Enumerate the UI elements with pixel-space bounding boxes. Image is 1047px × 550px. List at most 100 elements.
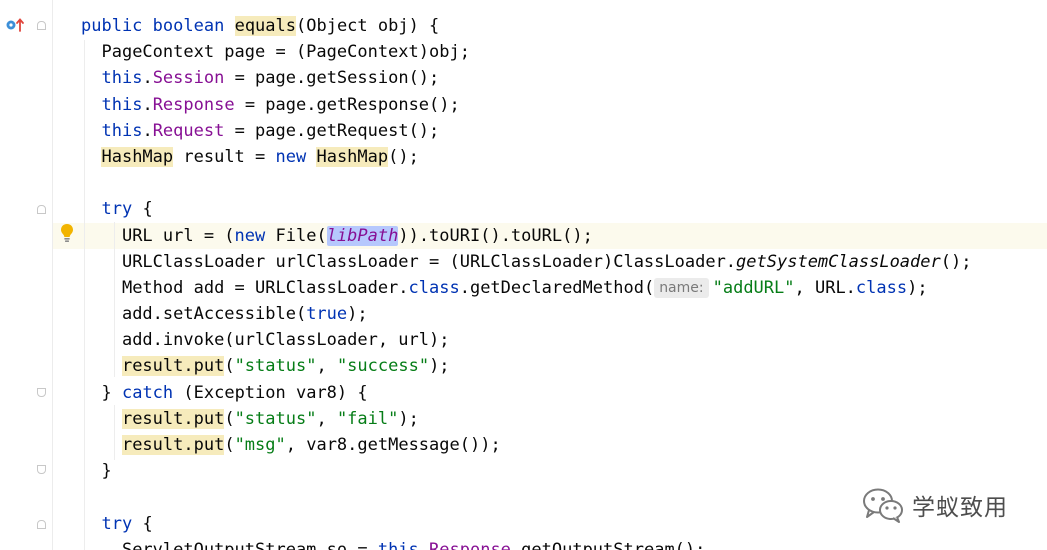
code-line-13: add.invoke(urlClassLoader, url); xyxy=(81,327,971,353)
method-call: result.put xyxy=(121,408,225,429)
code-text: URLClassLoader urlClassLoader = (URLClas… xyxy=(121,251,737,272)
string-literal: "addURL" xyxy=(712,277,795,298)
fold-marker-catch-end[interactable] xyxy=(37,465,46,474)
selected-identifier[interactable]: libPath xyxy=(326,225,399,246)
keyword: catch xyxy=(121,382,174,403)
keyword: class xyxy=(855,277,908,298)
method-name: equals xyxy=(234,16,296,36)
code-text: )).toURI().toURL(); xyxy=(398,225,593,246)
code-line-12: add.setAccessible(true); xyxy=(81,301,971,327)
code-text: . xyxy=(142,120,153,141)
code-text: ( xyxy=(224,356,235,377)
code-text: .getOutputStream(); xyxy=(510,539,706,550)
code-text: File( xyxy=(265,225,327,246)
code-text: (); xyxy=(940,251,972,272)
code-text: . xyxy=(142,94,153,115)
code-line-5: this.Request = page.getRequest(); xyxy=(81,118,971,144)
fold-marker-try2[interactable] xyxy=(37,520,46,529)
keyword: this xyxy=(101,94,143,115)
keyword: try xyxy=(101,513,133,534)
keyword: class xyxy=(408,277,460,298)
code-text: { xyxy=(132,199,153,220)
code-line-4: this.Response = page.getResponse(); xyxy=(81,92,971,118)
code-text: (Object obj) { xyxy=(296,16,440,36)
code-text: result = xyxy=(173,146,276,167)
code-line-9: URL url = (new File(libPath)).toURI().to… xyxy=(81,223,971,249)
method-call: result.put xyxy=(121,356,225,377)
keyword: public xyxy=(81,16,143,36)
code-editor[interactable]: public boolean equals(Object obj) { Page… xyxy=(0,0,1047,550)
code-text: , URL. xyxy=(794,277,856,298)
code-line-20: try { xyxy=(81,511,971,537)
code-line-18: } xyxy=(81,458,971,484)
method-call: result.put xyxy=(121,435,225,455)
field-name: Response xyxy=(429,539,511,550)
gutter-divider xyxy=(52,0,53,550)
type-name: HashMap xyxy=(316,146,389,167)
code-text: add.setAccessible( xyxy=(121,304,307,325)
override-method-icon[interactable] xyxy=(5,17,25,33)
keyword: boolean xyxy=(152,16,225,36)
keyword: try xyxy=(101,199,133,220)
string-literal: "msg" xyxy=(234,435,286,455)
code-text: , xyxy=(316,356,337,377)
code-line-10: URLClassLoader urlClassLoader = (URLClas… xyxy=(81,249,972,275)
code-text: URL url = ( xyxy=(121,225,235,246)
code-text: ( xyxy=(224,408,235,429)
keyword: true xyxy=(306,304,348,325)
code-text: ); xyxy=(429,356,450,377)
code-line-6: HashMap result = new HashMap(); xyxy=(81,144,971,170)
code-line-2: PageContext page = (PageContext)obj; xyxy=(81,39,971,65)
lightbulb-icon[interactable] xyxy=(60,223,74,243)
code-text: { xyxy=(132,513,153,534)
code-text: . xyxy=(418,539,430,550)
code-text: (); xyxy=(388,146,419,167)
code-text: } xyxy=(101,382,122,403)
code-line-21: ServletOutputStream so = this.Response.g… xyxy=(81,537,971,550)
code-text: , var8.getMessage()); xyxy=(285,435,501,455)
string-literal: "status" xyxy=(234,356,317,377)
watermark-text: 学蚁致用 xyxy=(912,495,1008,521)
code-line-1: public boolean equals(Object obj) { xyxy=(81,13,971,39)
wechat-icon xyxy=(863,488,903,523)
fold-marker-try-end[interactable] xyxy=(37,388,46,397)
code-line-15: } catch (Exception var8) { xyxy=(81,380,971,406)
code-line-8: try { xyxy=(81,196,971,222)
field-name: Request xyxy=(152,120,225,141)
fold-marker-method[interactable] xyxy=(37,21,46,30)
keyword: new xyxy=(234,225,266,246)
code-text: Method add = URLClassLoader. xyxy=(121,277,409,298)
keyword: new xyxy=(275,146,307,167)
code-text: = page.getResponse(); xyxy=(234,94,460,115)
code-text: , xyxy=(316,408,337,429)
code-text: (Exception var8) { xyxy=(173,382,368,403)
string-literal: "success" xyxy=(336,356,430,377)
string-literal: "fail" xyxy=(336,408,399,429)
keyword: this xyxy=(101,68,143,89)
code-text: .getDeclaredMethod( xyxy=(459,277,655,298)
code-line-3: this.Session = page.getSession(); xyxy=(81,65,971,91)
keyword: this xyxy=(101,120,143,141)
static-method: getSystemClassLoader xyxy=(736,251,941,272)
field-name: Session xyxy=(152,68,225,89)
code-text: PageContext page = (PageContext)obj; xyxy=(101,42,470,63)
string-literal: "status" xyxy=(234,408,317,429)
code-text: ( xyxy=(224,435,235,455)
code-text: add.invoke(urlClassLoader, url); xyxy=(121,330,450,351)
code-area[interactable]: public boolean equals(Object obj) { Page… xyxy=(81,13,971,550)
code-line-14: result.put("status", "success"); xyxy=(81,353,971,379)
field-name: Response xyxy=(152,94,235,115)
parameter-hint: name: xyxy=(654,277,709,298)
fold-marker-try[interactable] xyxy=(37,205,46,214)
code-text: . xyxy=(142,68,153,89)
type-name: HashMap xyxy=(101,146,174,167)
watermark: 学蚁致用 xyxy=(862,487,1008,523)
code-text: ); xyxy=(398,408,419,429)
code-text: } xyxy=(101,461,112,482)
code-text: ServletOutputStream so = xyxy=(121,539,378,550)
code-text: ); xyxy=(347,304,368,325)
keyword: this xyxy=(377,539,419,550)
code-line-11: Method add = URLClassLoader.class.getDec… xyxy=(81,275,971,301)
